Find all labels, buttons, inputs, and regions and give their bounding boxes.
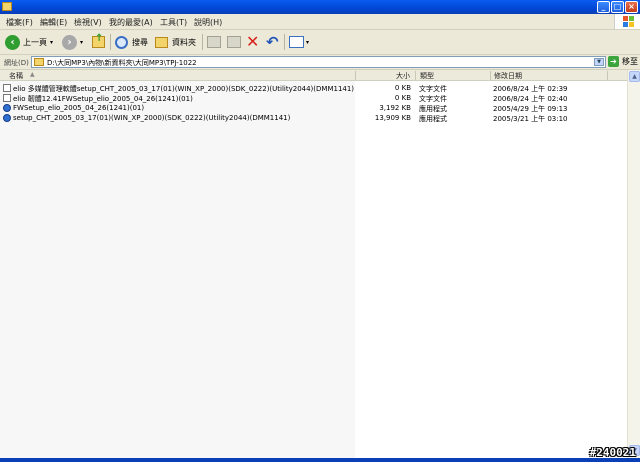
address-input[interactable]: D:\大同MP3\內物\新資料夾\大同MP3\TPJ-1022 ▼ — [31, 56, 606, 68]
scroll-up-button[interactable]: ▲ — [629, 71, 640, 82]
chevron-down-icon: ▾ — [306, 38, 310, 46]
address-dropdown-button[interactable]: ▼ — [594, 58, 604, 66]
back-button[interactable]: ‹ 上一頁 ▾ — [5, 33, 53, 51]
column-header-modified[interactable]: 修改日期 — [494, 71, 522, 81]
title-bar: _ □ × — [0, 0, 640, 14]
maximize-button[interactable]: □ — [611, 1, 624, 13]
delete-x-icon: ✕ — [246, 32, 260, 51]
minimize-button[interactable]: _ — [597, 1, 610, 13]
menu-file[interactable]: 檔案(F) — [6, 17, 33, 28]
chevron-down-icon: ▾ — [50, 38, 54, 46]
window-bottom-edge — [0, 458, 640, 462]
file-row[interactable]: setup_CHT_2005_03_17(01)(WIN_XP_2000)(SD… — [0, 113, 627, 123]
file-row[interactable]: elio 多媒體管理軟體setup_CHT_2005_03_17(01)(WIN… — [0, 83, 627, 93]
copy-to-icon — [227, 36, 241, 48]
search-label: 搜尋 — [132, 37, 148, 47]
folders-button[interactable]: 資料夾 — [155, 33, 196, 51]
file-name: setup_CHT_2005_03_17(01)(WIN_XP_2000)(SD… — [13, 114, 291, 122]
file-size: 0 KB — [394, 84, 411, 92]
file-row[interactable]: FWSetup_elio_2005_04_26(1241)(01) 3,192 … — [0, 103, 627, 113]
address-path: D:\大同MP3\內物\新資料夾\大同MP3\TPJ-1022 — [47, 59, 197, 67]
text-file-icon — [3, 84, 11, 92]
column-header-row: 名稱 ▲ 大小 類型 修改日期 — [0, 70, 627, 81]
column-header-size[interactable]: 大小 — [396, 71, 410, 81]
file-list: 名稱 ▲ 大小 類型 修改日期 elio 多媒體管理軟體setup_CHT_20… — [0, 70, 640, 458]
go-arrow-icon: ➔ — [608, 56, 619, 67]
delete-button[interactable]: ✕ — [246, 33, 259, 51]
chevron-down-icon: ▾ — [80, 38, 84, 46]
undo-button[interactable]: ↶ — [266, 33, 279, 51]
menu-tools[interactable]: 工具(T) — [160, 17, 187, 28]
up-folder-button[interactable]: ↑ — [92, 33, 105, 51]
address-bar: 網址(D) D:\大同MP3\內物\新資料夾\大同MP3\TPJ-1022 ▼ … — [0, 55, 640, 70]
watermark: #240021 — [589, 446, 636, 459]
folder-icon — [2, 2, 12, 11]
back-arrow-icon: ‹ — [5, 34, 20, 50]
forward-arrow-icon: › — [62, 34, 77, 50]
windows-logo-icon — [614, 14, 640, 29]
menu-edit[interactable]: 編輯(E) — [40, 17, 67, 28]
forward-button[interactable]: › ▾ — [62, 33, 83, 51]
file-name: FWSetup_elio_2005_04_26(1241)(01) — [13, 104, 145, 112]
file-row[interactable]: elio 韌體12.41FWSetup_elio_2005_04_26(1241… — [0, 93, 627, 103]
menu-favorites[interactable]: 我的最愛(A) — [109, 17, 153, 28]
file-size: 0 KB — [394, 94, 411, 102]
back-label: 上一頁 — [23, 37, 47, 47]
application-icon — [3, 104, 11, 112]
file-modified: 2005/3/21 上午 03:10 — [493, 115, 568, 123]
file-size: 3,192 KB — [379, 104, 411, 112]
search-icon — [115, 35, 128, 49]
sorted-column-shading — [0, 81, 355, 458]
folders-label: 資料夾 — [172, 37, 196, 47]
address-label: 網址(D) — [4, 59, 29, 67]
copy-to-button[interactable] — [227, 33, 241, 51]
application-icon — [3, 114, 11, 122]
folders-icon — [155, 36, 168, 48]
sort-ascending-icon: ▲ — [30, 71, 35, 78]
column-header-type[interactable]: 類型 — [420, 71, 434, 81]
menu-help[interactable]: 說明(H) — [194, 17, 222, 28]
close-button[interactable]: × — [625, 1, 638, 13]
toolbar: ‹ 上一頁 ▾ › ▾ ↑ 搜尋 資料夾 ✕ ↶ ▾ — [0, 30, 640, 55]
move-to-button[interactable] — [207, 33, 221, 51]
views-button[interactable]: ▾ — [289, 33, 309, 51]
file-type: 應用程式 — [419, 115, 447, 123]
search-button[interactable]: 搜尋 — [115, 33, 148, 51]
up-folder-icon: ↑ — [92, 33, 105, 48]
text-file-icon — [3, 94, 11, 102]
go-label: 移至 — [622, 57, 638, 66]
vertical-scrollbar[interactable]: ▲ ▼ — [627, 70, 640, 458]
move-to-icon — [207, 36, 221, 48]
go-button[interactable]: ➔ 移至 — [608, 56, 638, 67]
undo-icon: ↶ — [266, 33, 279, 51]
folder-icon — [34, 58, 44, 66]
menu-view[interactable]: 檢視(V) — [74, 17, 102, 28]
views-icon — [289, 36, 304, 48]
menu-bar: 檔案(F) 編輯(E) 檢視(V) 我的最愛(A) 工具(T) 說明(H) — [0, 14, 640, 30]
column-header-name[interactable]: 名稱 — [9, 71, 23, 81]
file-size: 13,909 KB — [374, 114, 411, 122]
